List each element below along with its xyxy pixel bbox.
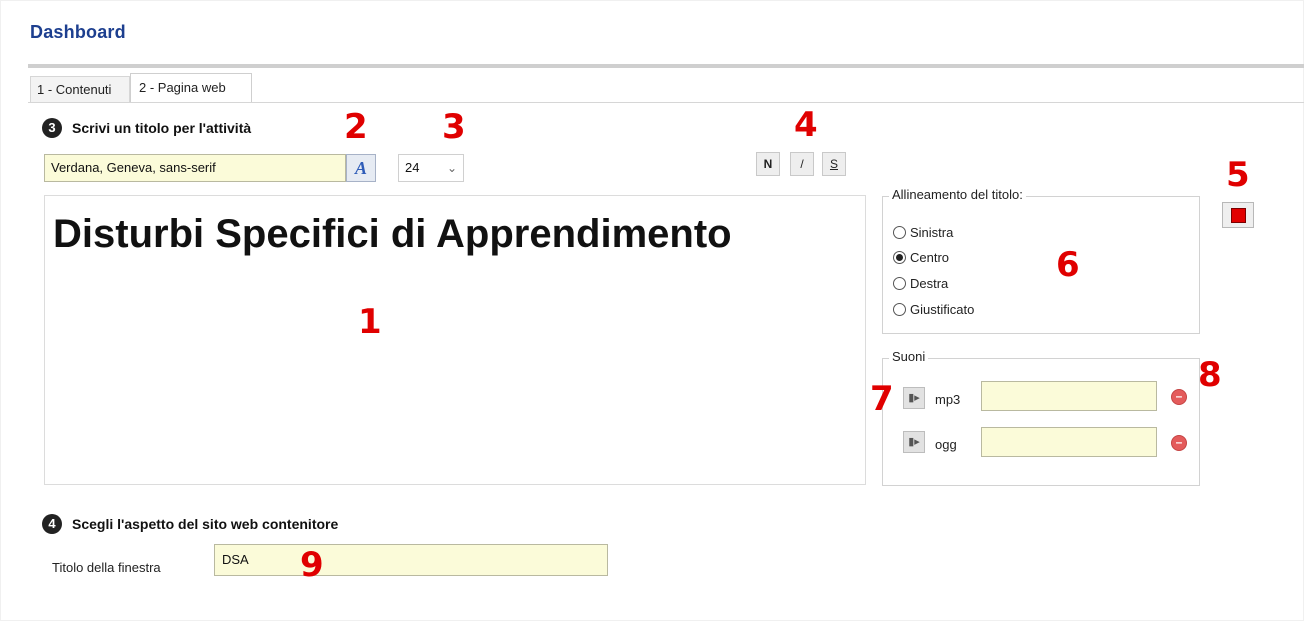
- italic-button[interactable]: /: [790, 152, 814, 176]
- callout-6: 6: [1056, 245, 1080, 285]
- radio-indicator-checked: [893, 251, 906, 265]
- radio-indicator: [893, 226, 906, 240]
- sounds-legend: Suoni: [889, 349, 929, 364]
- radio-giustificato[interactable]: Giustificato: [893, 301, 974, 319]
- callout-8: 8: [1198, 355, 1222, 395]
- callout-7: 7: [870, 379, 894, 419]
- dashboard-title: Dashboard: [30, 22, 126, 42]
- step-3-badge: 3: [42, 118, 62, 138]
- alignment-legend: Allineamento del titolo:: [889, 187, 1026, 202]
- alignment-group: Allineamento del titolo: Sinistra Centro…: [882, 187, 1200, 334]
- mp3-label: mp3: [935, 392, 961, 407]
- radio-label: Destra: [910, 276, 949, 291]
- callout-4: 4: [794, 105, 818, 145]
- radio-label: Sinistra: [910, 225, 954, 240]
- header-divider: [28, 64, 1304, 68]
- callout-5: 5: [1226, 155, 1250, 195]
- ogg-label: ogg: [935, 437, 957, 452]
- strikethrough-button[interactable]: S: [822, 152, 846, 176]
- tab-strip-divider: [28, 102, 1304, 103]
- callout-3: 3: [442, 107, 466, 147]
- chevron-down-icon: ⌄: [446, 161, 457, 175]
- tab-contenuti[interactable]: 1 - Contenuti: [30, 76, 130, 102]
- mp3-file-field[interactable]: [981, 381, 1157, 411]
- radio-sinistra[interactable]: Sinistra: [893, 224, 953, 242]
- color-swatch-fill: [1231, 208, 1246, 223]
- font-size-value: 24: [405, 160, 420, 175]
- sounds-group: Suoni ▮▸ mp3 – ▮▸ ogg –: [882, 349, 1200, 486]
- radio-label: Centro: [910, 250, 950, 265]
- speaker-icon[interactable]: ▮▸: [903, 431, 925, 453]
- font-a-icon[interactable]: A: [346, 154, 376, 182]
- section-3-label: Scrivi un titolo per l'attività: [72, 120, 252, 136]
- radio-indicator: [893, 303, 906, 317]
- remove-circle-icon[interactable]: –: [1171, 389, 1187, 405]
- font-family-input[interactable]: Verdana, Geneva, sans-serif: [44, 154, 346, 182]
- font-size-select[interactable]: 24 ⌄: [398, 154, 464, 182]
- step-4-badge: 4: [42, 514, 62, 534]
- callout-2: 2: [344, 107, 368, 147]
- speaker-icon[interactable]: ▮▸: [903, 387, 925, 409]
- window-title-input[interactable]: DSA: [214, 544, 608, 576]
- radio-centro[interactable]: Centro: [893, 249, 949, 267]
- title-preview-text: Disturbi Specifici di Apprendimento: [53, 212, 732, 256]
- section-4-label: Scegli l'aspetto del sito web contenitor…: [72, 516, 339, 532]
- remove-circle-icon[interactable]: –: [1171, 435, 1187, 451]
- radio-label: Giustificato: [910, 302, 975, 317]
- ogg-file-field[interactable]: [981, 427, 1157, 457]
- title-color-button[interactable]: [1222, 202, 1254, 228]
- bold-button[interactable]: N: [756, 152, 780, 176]
- callout-9: 9: [300, 545, 324, 585]
- title-editor[interactable]: Disturbi Specifici di Apprendimento: [44, 195, 866, 485]
- window-title-label: Titolo della finestra: [52, 560, 161, 575]
- tab-pagina-web[interactable]: 2 - Pagina web: [130, 73, 252, 103]
- callout-1: 1: [358, 302, 382, 342]
- radio-destra[interactable]: Destra: [893, 275, 948, 293]
- radio-indicator: [893, 277, 906, 291]
